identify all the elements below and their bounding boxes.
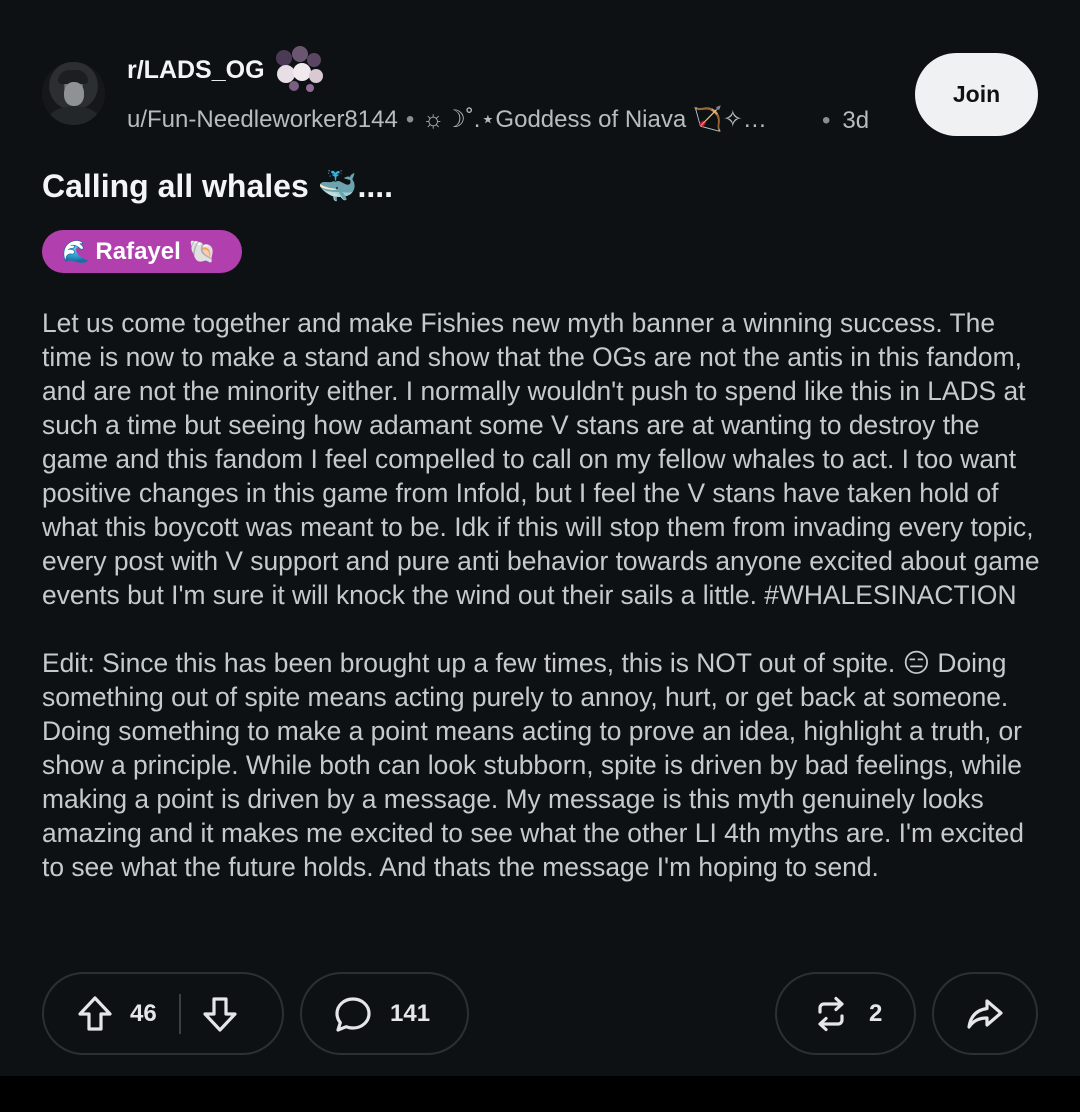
post-meta: u/Fun-Needleworker8144 • ☼☽˚.⋆Goddess of N… [127, 105, 767, 134]
meta-separator: • [822, 107, 831, 134]
meta-separator: • [405, 106, 415, 133]
comment-bubble-icon [332, 993, 374, 1035]
post-time: • 3d [822, 107, 869, 135]
post-flair-label: Rafayel [95, 237, 181, 265]
comment-count: 141 [390, 999, 431, 1027]
subreddit-flair-image [276, 46, 323, 92]
comments-button[interactable]: 141 [300, 972, 469, 1055]
share-arrow-icon [964, 993, 1006, 1035]
share-button[interactable] [932, 972, 1038, 1055]
wave-icon: 🌊 [62, 238, 90, 264]
repost-button[interactable]: 2 [775, 972, 916, 1055]
post-paragraph: Let us come together and make Fishies ne… [42, 308, 1040, 610]
join-button[interactable]: Join [915, 53, 1038, 136]
post-body: Let us come together and make Fishies ne… [42, 306, 1042, 884]
upvote-arrow-icon[interactable] [74, 993, 116, 1035]
user-flair: ☼☽˚.⋆Goddess of Niava 🏹✧… [422, 106, 767, 133]
vote-divider [178, 993, 181, 1034]
upvote-count: 46 [130, 999, 157, 1027]
downvote-arrow-icon[interactable] [199, 993, 241, 1035]
bottom-strip [0, 1076, 1080, 1112]
user-avatar[interactable] [42, 62, 105, 125]
time-ago: 3d [842, 107, 870, 134]
subreddit-name[interactable]: r/LADS_OG [127, 56, 265, 85]
vote-control: 46 [42, 972, 284, 1055]
post-card: r/LADS_OG u/Fun-Needleworker8144 • ☼☽˚.⋆Go… [0, 0, 1080, 1076]
author-username[interactable]: u/Fun-Needleworker8144 [127, 106, 398, 133]
post-paragraph: Edit: Since this has been brought up a f… [42, 648, 1024, 882]
post-flair[interactable]: 🌊 Rafayel 🐚 [42, 230, 243, 273]
repost-count: 2 [869, 999, 883, 1027]
post-title[interactable]: Calling all whales 🐳.... [42, 167, 393, 205]
repost-icon [811, 994, 851, 1034]
shell-icon: 🐚 [188, 238, 217, 264]
